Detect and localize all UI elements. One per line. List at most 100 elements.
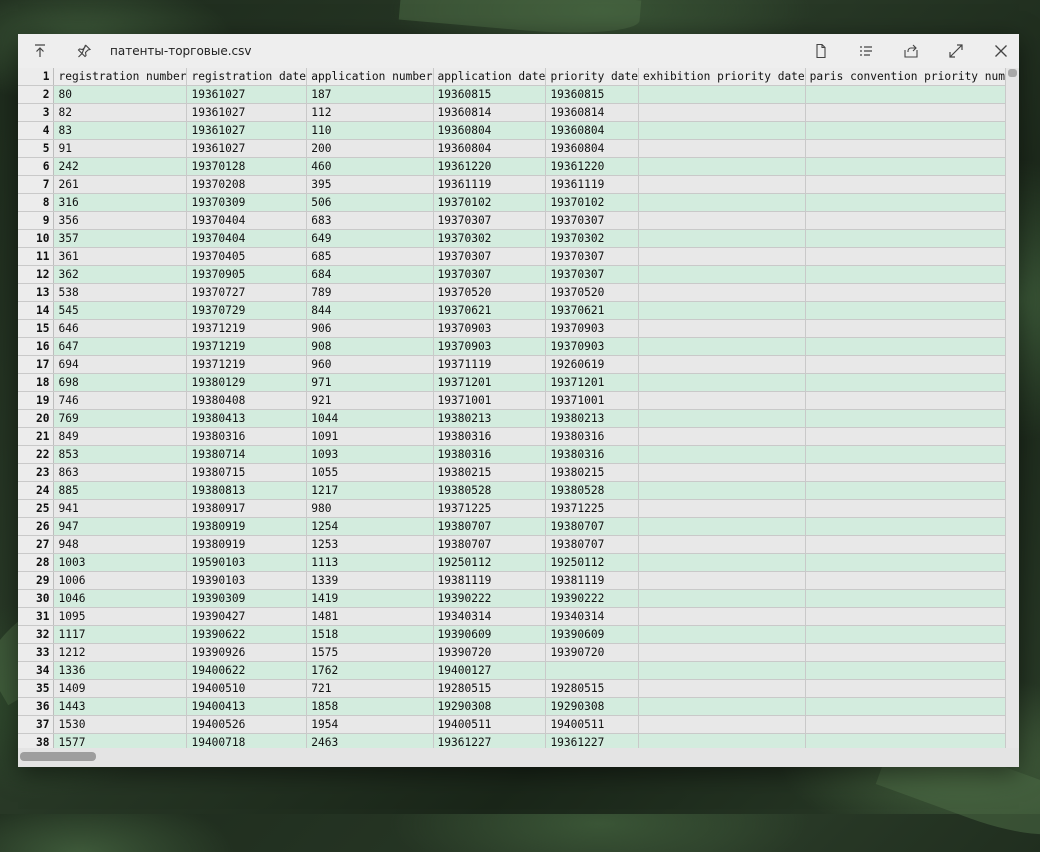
table-cell[interactable] bbox=[638, 103, 806, 122]
table-cell[interactable] bbox=[805, 211, 1006, 230]
table-cell[interactable]: 19380316 bbox=[433, 427, 547, 446]
table-cell[interactable]: 19380528 bbox=[433, 481, 547, 500]
table-cell[interactable] bbox=[805, 553, 1006, 572]
list-icon[interactable] bbox=[854, 39, 878, 63]
table-cell[interactable] bbox=[805, 139, 1006, 158]
table-cell[interactable]: 19360804 bbox=[433, 139, 547, 158]
table-cell[interactable] bbox=[638, 445, 806, 464]
table-row[interactable]: 3 82 19361027 112 19360814 19360814 bbox=[18, 103, 1006, 122]
table-row[interactable]: 9 356 19370404 683 19370307 19370307 bbox=[18, 211, 1006, 230]
table-cell[interactable]: 19361027 bbox=[186, 139, 308, 158]
table-cell[interactable] bbox=[805, 589, 1006, 608]
pin-icon[interactable] bbox=[72, 39, 96, 63]
table-cell[interactable]: 647 bbox=[53, 337, 188, 356]
table-cell[interactable]: 19390609 bbox=[545, 625, 639, 644]
table-cell[interactable]: 82 bbox=[53, 103, 188, 122]
table-row[interactable]: 5 91 19361027 200 19360804 19360804 bbox=[18, 139, 1006, 158]
table-cell[interactable]: 1254 bbox=[306, 517, 434, 536]
table-cell[interactable] bbox=[638, 139, 806, 158]
table-cell[interactable] bbox=[805, 265, 1006, 284]
table-cell[interactable] bbox=[638, 373, 806, 392]
table-cell[interactable]: 19390103 bbox=[186, 571, 308, 590]
table-row[interactable]: 31 1095 19390427 1481 19340314 19340314 bbox=[18, 607, 1006, 626]
table-cell[interactable]: 19370102 bbox=[433, 193, 547, 212]
table-cell[interactable] bbox=[638, 247, 806, 266]
table-cell[interactable]: 746 bbox=[53, 391, 188, 410]
table-cell[interactable]: 19370903 bbox=[545, 337, 639, 356]
table-cell[interactable]: 941 bbox=[53, 499, 188, 518]
table-cell[interactable] bbox=[805, 85, 1006, 104]
table-cell[interactable]: 19370621 bbox=[545, 301, 639, 320]
table-cell[interactable] bbox=[638, 301, 806, 320]
table-cell[interactable]: 19380408 bbox=[186, 391, 308, 410]
table-cell[interactable]: 908 bbox=[306, 337, 434, 356]
table-cell[interactable]: 685 bbox=[306, 247, 434, 266]
table-cell[interactable]: 19361220 bbox=[545, 157, 639, 176]
table-cell[interactable] bbox=[805, 157, 1006, 176]
table-row[interactable]: 22 853 19380714 1093 19380316 19380316 bbox=[18, 445, 1006, 464]
table-cell[interactable]: 19361227 bbox=[545, 733, 639, 748]
table-row[interactable]: 37 1530 19400526 1954 19400511 19400511 bbox=[18, 715, 1006, 734]
table-cell[interactable]: 19370729 bbox=[186, 301, 308, 320]
table-cell[interactable] bbox=[805, 247, 1006, 266]
table-cell[interactable]: 849 bbox=[53, 427, 188, 446]
table-cell[interactable]: 19400511 bbox=[433, 715, 547, 734]
table-cell[interactable]: 19380528 bbox=[545, 481, 639, 500]
table-cell[interactable]: 19390222 bbox=[545, 589, 639, 608]
table-cell[interactable]: 1044 bbox=[306, 409, 434, 428]
table-cell[interactable]: 80 bbox=[53, 85, 188, 104]
table-cell[interactable] bbox=[638, 337, 806, 356]
table-cell[interactable]: 19380129 bbox=[186, 373, 308, 392]
table-cell[interactable]: 19390622 bbox=[186, 625, 308, 644]
table-cell[interactable]: 1006 bbox=[53, 571, 188, 590]
close-icon[interactable] bbox=[989, 39, 1013, 63]
table-cell[interactable]: 187 bbox=[306, 85, 434, 104]
table-row[interactable]: 29 1006 19390103 1339 19381119 19381119 bbox=[18, 571, 1006, 590]
table-cell[interactable]: 19370405 bbox=[186, 247, 308, 266]
vertical-scrollbar[interactable] bbox=[1006, 68, 1019, 748]
table-cell[interactable] bbox=[638, 481, 806, 500]
table-cell[interactable]: 361 bbox=[53, 247, 188, 266]
table-cell[interactable] bbox=[638, 715, 806, 734]
table-cell[interactable]: 91 bbox=[53, 139, 188, 158]
table-cell[interactable]: 698 bbox=[53, 373, 188, 392]
table-cell[interactable]: 19370903 bbox=[433, 337, 547, 356]
table-cell[interactable]: 1443 bbox=[53, 697, 188, 716]
table-cell[interactable]: 110 bbox=[306, 121, 434, 140]
table-cell[interactable]: 19361227 bbox=[433, 733, 547, 748]
table-cell[interactable]: 19380215 bbox=[545, 463, 639, 482]
table-cell[interactable]: 19260619 bbox=[545, 355, 639, 374]
table-cell[interactable]: 19361119 bbox=[433, 175, 547, 194]
table-cell[interactable]: 1212 bbox=[53, 643, 188, 662]
table-cell[interactable] bbox=[638, 157, 806, 176]
table-row[interactable]: 26 947 19380919 1254 19380707 19380707 bbox=[18, 517, 1006, 536]
table-cell[interactable]: 1253 bbox=[306, 535, 434, 554]
table-cell[interactable] bbox=[638, 625, 806, 644]
table-row[interactable]: 23 863 19380715 1055 19380215 19380215 bbox=[18, 463, 1006, 482]
table-cell[interactable]: 19371201 bbox=[545, 373, 639, 392]
table-cell[interactable]: 242 bbox=[53, 157, 188, 176]
table-cell[interactable]: 19390222 bbox=[433, 589, 547, 608]
table-row[interactable]: 7 261 19370208 395 19361119 19361119 bbox=[18, 175, 1006, 194]
table-cell[interactable]: 19360815 bbox=[545, 85, 639, 104]
table-cell[interactable]: 19380919 bbox=[186, 535, 308, 554]
table-cell[interactable]: 684 bbox=[306, 265, 434, 284]
table-cell[interactable] bbox=[805, 661, 1006, 680]
table-cell[interactable]: 947 bbox=[53, 517, 188, 536]
table-cell[interactable]: 19380316 bbox=[545, 427, 639, 446]
column-header[interactable]: exhibition priority date bbox=[638, 68, 806, 86]
table-row[interactable]: 16 647 19371219 908 19370903 19370903 bbox=[18, 337, 1006, 356]
table-cell[interactable]: 1339 bbox=[306, 571, 434, 590]
table-cell[interactable]: 19370520 bbox=[545, 283, 639, 302]
table-cell[interactable] bbox=[805, 445, 1006, 464]
share-icon[interactable] bbox=[899, 39, 923, 63]
table-cell[interactable]: 19361027 bbox=[186, 121, 308, 140]
table-cell[interactable]: 545 bbox=[53, 301, 188, 320]
table-cell[interactable] bbox=[638, 121, 806, 140]
table-cell[interactable]: 357 bbox=[53, 229, 188, 248]
table-cell[interactable]: 261 bbox=[53, 175, 188, 194]
table-cell[interactable]: 19380316 bbox=[433, 445, 547, 464]
table-cell[interactable]: 19400413 bbox=[186, 697, 308, 716]
column-header[interactable]: application number bbox=[306, 68, 434, 86]
table-cell[interactable] bbox=[805, 175, 1006, 194]
